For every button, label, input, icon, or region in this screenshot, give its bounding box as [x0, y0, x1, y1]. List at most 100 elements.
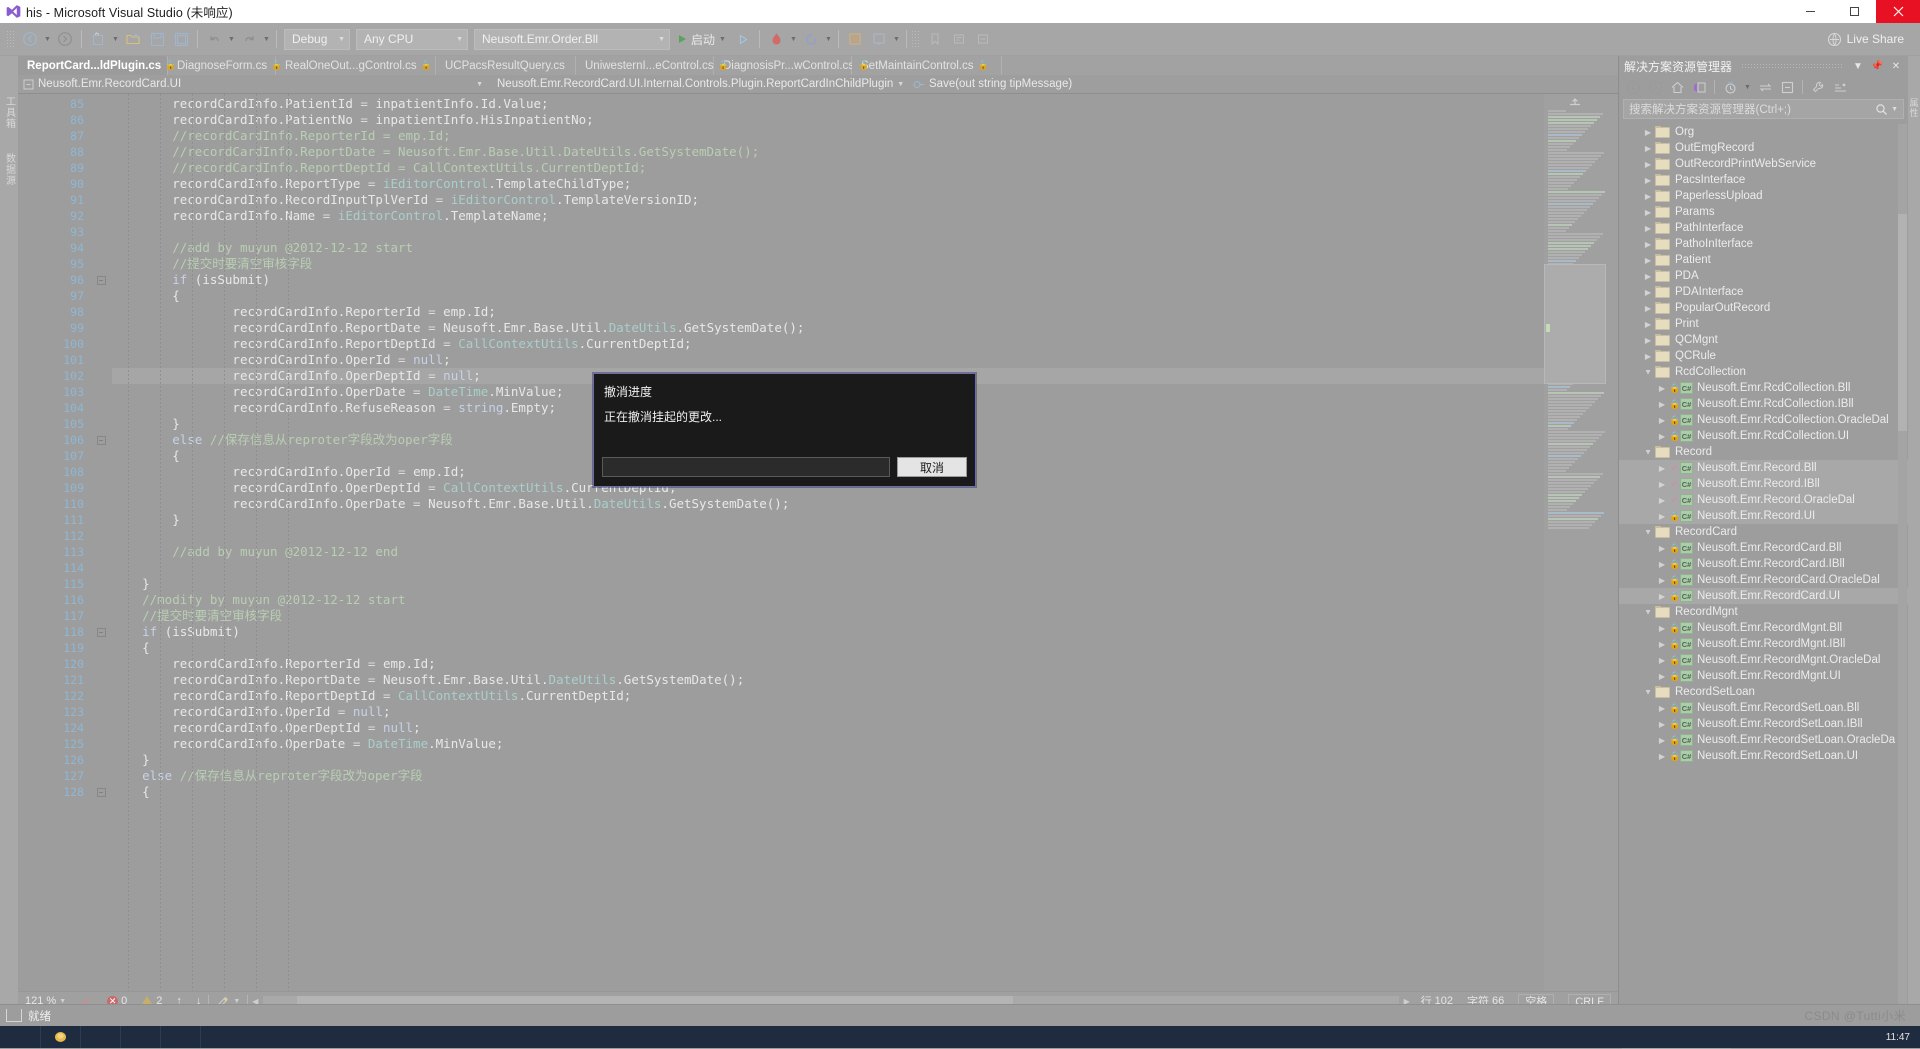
chevron-down-icon[interactable]: ▲: [1641, 688, 1655, 697]
chevron-right-icon[interactable]: ▶: [1641, 352, 1655, 361]
code-line[interactable]: //add by muyun @2012-12-12 end: [112, 544, 1544, 560]
chevron-right-icon[interactable]: ▶: [1655, 576, 1669, 585]
chevron-right-icon[interactable]: ▶: [1655, 464, 1669, 473]
outlining-marker[interactable]: −: [90, 624, 112, 640]
save-all-icon[interactable]: [169, 27, 193, 51]
chevron-right-icon[interactable]: ▶: [1655, 432, 1669, 441]
pending-changes-filter-icon[interactable]: [1720, 78, 1740, 96]
chevron-right-icon[interactable]: ▶: [1641, 192, 1655, 201]
data-sources-tab[interactable]: 数据源: [2, 153, 17, 186]
close-button[interactable]: [1876, 0, 1920, 23]
code-line[interactable]: [112, 528, 1544, 544]
code-line[interactable]: }: [112, 512, 1544, 528]
code-line[interactable]: //recordCardInfo.ReporterId = emp.Id;: [112, 128, 1544, 144]
outlining-marker[interactable]: [90, 112, 112, 128]
tree-project-node[interactable]: ▶🔒C#Neusoft.Emr.RecordCard.OracleDal: [1619, 572, 1908, 588]
code-line[interactable]: recordCardInfo.RecordInputTplVerId = iEd…: [112, 192, 1544, 208]
code-line[interactable]: }: [112, 752, 1544, 768]
code-line[interactable]: if (isSubmit): [112, 272, 1544, 288]
code-line[interactable]: //recordCardInfo.ReportDeptId = CallCont…: [112, 160, 1544, 176]
code-line[interactable]: recordCardInfo.PatientNo = inpatientInfo…: [112, 112, 1544, 128]
outlining-marker[interactable]: [90, 464, 112, 480]
undo-progress-dialog[interactable]: 撤消进度 正在撤消挂起的更改... 取消: [593, 373, 976, 487]
code-line[interactable]: recordCardInfo.ReporterId = emp.Id;: [112, 304, 1544, 320]
tree-folder-node[interactable]: ▲Record: [1619, 444, 1908, 460]
chevron-right-icon[interactable]: ▶: [1655, 624, 1669, 633]
tree-folder-node[interactable]: ▶Patient: [1619, 252, 1908, 268]
tree-project-node[interactable]: ▶🔒C#Neusoft.Emr.RcdCollection.Bll: [1619, 380, 1908, 396]
tree-project-node[interactable]: ▶🔒C#Neusoft.Emr.RcdCollection.OracleDal: [1619, 412, 1908, 428]
chevron-down-icon[interactable]: ▼: [1891, 106, 1898, 113]
start-dropdown-icon[interactable]: ▼: [717, 36, 728, 43]
tree-folder-node[interactable]: ▶QCRule: [1619, 348, 1908, 364]
tree-project-node[interactable]: ▶🔒C#Neusoft.Emr.RecordCard.Bll: [1619, 540, 1908, 556]
code-minimap[interactable]: [1544, 94, 1606, 991]
redo-icon[interactable]: [237, 27, 261, 51]
chevron-right-icon[interactable]: ▶: [1655, 560, 1669, 569]
tree-project-node[interactable]: ▶🔒C#Neusoft.Emr.RecordSetLoan.OracleDa: [1619, 732, 1908, 748]
tree-scroll-thumb[interactable]: [1898, 214, 1907, 431]
open-file-icon[interactable]: [121, 27, 145, 51]
code-line[interactable]: recordCardInfo.ReporterId = emp.Id;: [112, 656, 1544, 672]
code-line[interactable]: {: [112, 784, 1544, 800]
outlining-marker[interactable]: [90, 416, 112, 432]
cancel-button[interactable]: 取消: [897, 457, 967, 477]
step-dropdown-icon[interactable]: ▼: [891, 36, 902, 43]
chevron-right-icon[interactable]: ▶: [1641, 288, 1655, 297]
outlining-marker[interactable]: [90, 96, 112, 112]
toolbox-tab[interactable]: 工具箱: [2, 96, 17, 129]
tree-project-node[interactable]: ▶✓C#Neusoft.Emr.Record.IBll: [1619, 476, 1908, 492]
outlining-marker[interactable]: [90, 192, 112, 208]
chevron-right-icon[interactable]: ▶: [1655, 736, 1669, 745]
code-line[interactable]: else //保存信息从reproter字段改为oper字段: [112, 768, 1544, 784]
chevron-right-icon[interactable]: ▶: [1655, 544, 1669, 553]
tree-folder-node[interactable]: ▶Params: [1619, 204, 1908, 220]
code-line[interactable]: {: [112, 640, 1544, 656]
outlining-marker[interactable]: [90, 400, 112, 416]
solution-explorer-tree[interactable]: ▶Org▶OutEmgRecord▶OutRecordPrintWebServi…: [1619, 122, 1908, 1029]
code-line[interactable]: recordCardInfo.OperId = null;: [112, 352, 1544, 368]
document-tab[interactable]: SetMaintainControl.cs🔒: [852, 56, 1002, 75]
outlining-marker[interactable]: [90, 640, 112, 656]
outlining-marker[interactable]: [90, 576, 112, 592]
outlining-marker[interactable]: [90, 368, 112, 384]
outlining-marker[interactable]: [90, 592, 112, 608]
solution-configuration-combo[interactable]: Debug ▼: [284, 29, 350, 50]
undo-icon[interactable]: [202, 27, 226, 51]
tree-project-node[interactable]: ▶🔒C#Neusoft.Emr.RecordSetLoan.Bll: [1619, 700, 1908, 716]
collapse-icon[interactable]: −: [97, 276, 106, 285]
code-line[interactable]: {: [112, 288, 1544, 304]
properties-rail-tab[interactable]: 属性: [1908, 98, 1920, 1048]
chevron-right-icon[interactable]: ▶: [1641, 144, 1655, 153]
chevron-right-icon[interactable]: ▶: [1655, 720, 1669, 729]
search-input[interactable]: 搜索解决方案资源管理器(Ctrl+;): [1629, 101, 1875, 117]
tree-folder-node[interactable]: ▶PopularOutRecord: [1619, 300, 1908, 316]
tree-folder-node[interactable]: ▲RecordMgnt: [1619, 604, 1908, 620]
panel-drag-grip[interactable]: [1741, 63, 1842, 70]
code-line[interactable]: recordCardInfo.ReportDate = Neusoft.Emr.…: [112, 672, 1544, 688]
tree-folder-node[interactable]: ▲RecordCard: [1619, 524, 1908, 540]
outlining-marker[interactable]: [90, 256, 112, 272]
code-line[interactable]: recordCardInfo.ReportDate = Neusoft.Emr.…: [112, 320, 1544, 336]
taskbar-app-3[interactable]: [120, 1026, 160, 1048]
code-line[interactable]: [112, 224, 1544, 240]
chevron-right-icon[interactable]: ▶: [1641, 224, 1655, 233]
panel-menu-icon[interactable]: ▼: [1851, 61, 1865, 72]
collapse-icon[interactable]: −: [97, 628, 106, 637]
chevron-right-icon[interactable]: ▶: [1655, 480, 1669, 489]
chevron-right-icon[interactable]: ▶: [1641, 208, 1655, 217]
tree-project-node[interactable]: ▶🔒C#Neusoft.Emr.RecordMgnt.OracleDal: [1619, 652, 1908, 668]
properties-icon[interactable]: [1808, 78, 1828, 96]
chevron-right-icon[interactable]: ▶: [1641, 272, 1655, 281]
code-line[interactable]: recordCardInfo.Name = iEditorControl.Tem…: [112, 208, 1544, 224]
chevron-down-icon[interactable]: ▲: [1641, 528, 1655, 537]
sync-with-active-document-icon[interactable]: [1689, 78, 1709, 96]
code-line[interactable]: //modify by muyun @2012-12-12 start: [112, 592, 1544, 608]
outlining-marker[interactable]: [90, 384, 112, 400]
tree-folder-node[interactable]: ▶QCMgnt: [1619, 332, 1908, 348]
outlining-marker[interactable]: [90, 688, 112, 704]
start-debugging-button[interactable]: 启动 ▼: [673, 31, 731, 48]
navigate-forward-icon[interactable]: [53, 27, 77, 51]
uncomment-selection-icon[interactable]: [971, 27, 995, 51]
document-tab[interactable]: RealOneOut...gControl.cs🔒: [276, 56, 436, 75]
